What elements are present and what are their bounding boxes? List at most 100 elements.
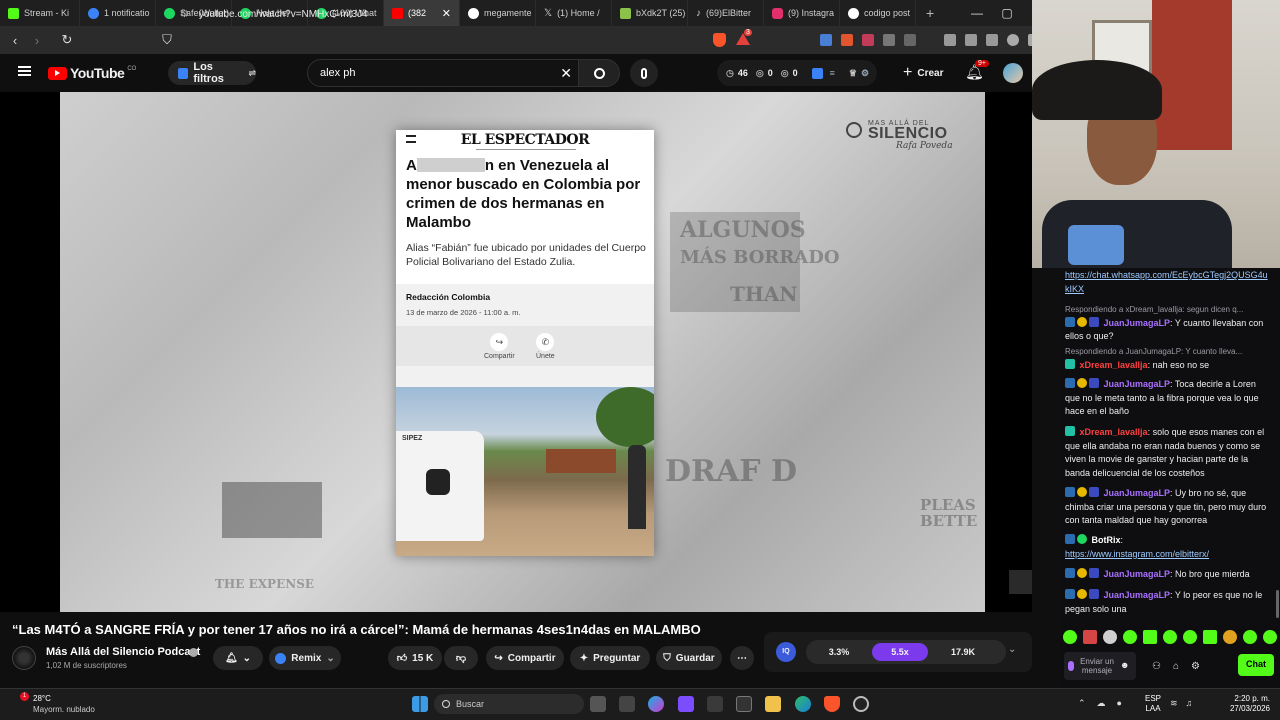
chat-username[interactable]: JuanJumagaLP: [1104, 379, 1171, 389]
settings-icon[interactable]: ⚙: [1191, 660, 1200, 674]
dislike-button[interactable]: 👎︎: [444, 646, 478, 670]
points-icon[interactable]: ⚇: [1152, 660, 1161, 674]
minimize-icon[interactable]: —: [962, 0, 992, 26]
chat-link[interactable]: https://chat.whatsapp.com/EcEybcGTegj2QU…: [1065, 269, 1270, 296]
channel-name[interactable]: Más Allá del Silencio Podcast: [46, 646, 200, 658]
browser-tab[interactable]: 1 notificatio: [80, 0, 156, 26]
file-explorer-icon[interactable]: [765, 696, 781, 712]
share-button[interactable]: ↪ Compartir: [486, 646, 564, 670]
youtube-logo[interactable]: YouTube CO: [48, 65, 136, 81]
cloud-icon[interactable]: ☁: [1097, 698, 1106, 709]
reload-icon[interactable]: ↻: [56, 32, 78, 48]
translate-icon[interactable]: [820, 34, 832, 46]
avatar[interactable]: [1003, 63, 1023, 83]
windows-start-icon[interactable]: [412, 696, 428, 712]
bookmark-icon[interactable]: ⛉: [156, 32, 178, 48]
chat-username[interactable]: JuanJumagaLP: [1104, 569, 1171, 579]
save-button[interactable]: ⛉ Guardar: [656, 646, 722, 670]
emote-icon[interactable]: [1203, 630, 1217, 644]
brave-icon[interactable]: [824, 696, 840, 712]
browser-tab[interactable]: (9) Instagra: [764, 0, 840, 26]
chat-username[interactable]: BotRix: [1092, 535, 1121, 545]
edge-icon[interactable]: [795, 696, 811, 712]
video-player[interactable]: ALGUNOS MÁS BORRADO THAN DRAF D THE EXPE…: [0, 92, 1032, 612]
menu-icon[interactable]: [18, 66, 31, 76]
obs-icon[interactable]: [853, 696, 869, 712]
emote-icon[interactable]: [1063, 630, 1077, 644]
volume-icon[interactable]: ♫: [1186, 698, 1193, 709]
chat-username[interactable]: JuanJumagaLP: [1104, 590, 1171, 600]
maximize-icon[interactable]: ▢: [992, 0, 1022, 26]
search-input[interactable]: alex ph: [320, 67, 355, 79]
ask-button[interactable]: ✦ Preguntar: [570, 646, 650, 670]
music-icon[interactable]: [944, 34, 956, 46]
scrollbar[interactable]: [1276, 590, 1279, 618]
emote-icon[interactable]: [1143, 630, 1157, 644]
chat-username[interactable]: xDream_lavallja: [1080, 427, 1148, 437]
chat-link[interactable]: https://www.instagram.com/elbitterx/: [1065, 548, 1270, 562]
extension-icon[interactable]: [883, 34, 895, 46]
notify-subscribe-button[interactable]: 🔔︎ ⌄: [213, 646, 263, 670]
more-button[interactable]: ⋯: [730, 646, 754, 670]
filters-button[interactable]: Los filtros ⇌: [168, 61, 256, 85]
chat-username[interactable]: JuanJumagaLP: [1104, 488, 1171, 498]
create-button[interactable]: + Crear: [893, 60, 953, 86]
iq-icon[interactable]: [811, 67, 823, 79]
settings-icon[interactable]: ⚙: [861, 68, 869, 79]
search-box[interactable]: alex ph ✕: [307, 59, 579, 87]
emote-icon[interactable]: [1243, 630, 1257, 644]
app-icon[interactable]: [619, 696, 635, 712]
voice-search-button[interactable]: [630, 59, 658, 87]
url-field[interactable]: ⚙ youtube.com/watch?v=NMHxG-mt3J4: [180, 4, 650, 24]
notifications-button[interactable]: 🔔︎ 9+: [965, 60, 989, 83]
leo-icon[interactable]: [1007, 34, 1019, 46]
emote-icon[interactable]: [1083, 630, 1097, 644]
copilot-icon[interactable]: [648, 696, 664, 712]
channel-avatar[interactable]: [12, 646, 36, 670]
emote-icon[interactable]: [1123, 630, 1137, 644]
brave-rewards-icon[interactable]: 3: [736, 29, 752, 47]
list-icon[interactable]: ≡: [830, 68, 835, 78]
chat-username[interactable]: JuanJumagaLP: [1104, 318, 1171, 328]
store-icon[interactable]: ⌂: [1173, 660, 1179, 674]
site-info-icon[interactable]: ⚙: [180, 9, 189, 20]
emoji-icon[interactable]: ☻: [1120, 659, 1129, 673]
emote-icon[interactable]: [1103, 630, 1117, 644]
taskbar-search[interactable]: Buscar: [434, 694, 584, 714]
browser-tab[interactable]: ♪ (69)ElBitter: [688, 0, 764, 26]
trophy-icon[interactable]: ♕: [849, 68, 857, 79]
chat-username[interactable]: xDream_lavallja: [1080, 360, 1148, 370]
brave-shield-icon[interactable]: [713, 33, 726, 47]
chevron-down-icon[interactable]: ⌄: [1008, 644, 1016, 655]
stat-multiplier[interactable]: 5.5x: [872, 643, 928, 661]
browser-tab[interactable]: codigo post: [840, 0, 916, 26]
app-icon[interactable]: [707, 696, 723, 712]
emote-icon[interactable]: [1183, 630, 1197, 644]
terminal-icon[interactable]: [736, 696, 752, 712]
edit-icon[interactable]: [986, 34, 998, 46]
like-button[interactable]: 👍︎ 15 K: [388, 646, 442, 670]
mic-icon[interactable]: ●: [1117, 698, 1122, 709]
browser-tab[interactable]: Stream - Ki: [0, 0, 80, 26]
new-tab-icon[interactable]: +: [916, 5, 944, 21]
stat-views[interactable]: 17.9K: [928, 647, 998, 657]
search-button[interactable]: [578, 59, 620, 87]
emote-icon[interactable]: [1163, 630, 1177, 644]
forward-icon[interactable]: ›: [26, 33, 48, 48]
emote-icon[interactable]: [1263, 630, 1277, 644]
task-view-icon[interactable]: [590, 696, 606, 712]
sidebar-icon[interactable]: [965, 34, 977, 46]
stat-percent[interactable]: 3.3%: [806, 647, 872, 657]
language-indicator[interactable]: ESP LAA: [1145, 694, 1161, 714]
iq-icon[interactable]: IQ: [776, 642, 796, 662]
extension-icon[interactable]: [904, 34, 916, 46]
wifi-icon[interactable]: ≋: [1170, 698, 1178, 709]
clock[interactable]: 2:20 p. m. 27/03/2026: [1218, 694, 1270, 714]
chat-input[interactable]: Enviar un mensaje ☻: [1064, 652, 1136, 680]
weather-widget[interactable]: 1 28°C Mayorm. nublado: [10, 691, 130, 717]
extension-icon[interactable]: [841, 34, 853, 46]
chat-send-button[interactable]: Chat: [1238, 654, 1274, 676]
extension-icon[interactable]: [862, 34, 874, 46]
back-icon[interactable]: ‹: [4, 33, 26, 48]
emote-icon[interactable]: [1223, 630, 1237, 644]
